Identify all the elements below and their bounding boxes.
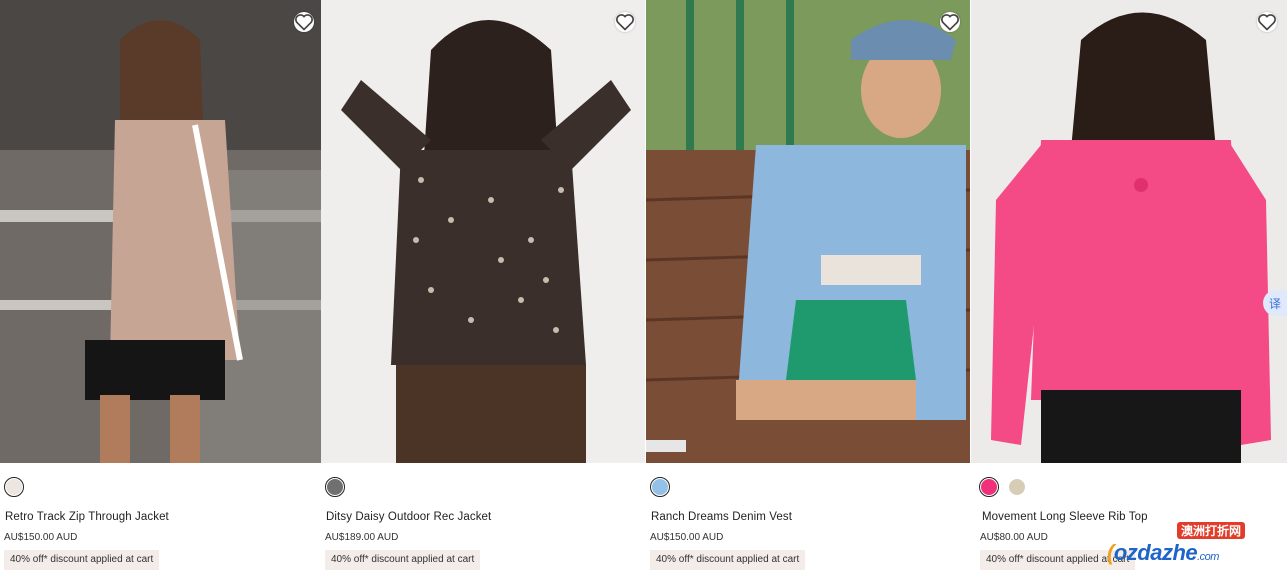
color-swatch[interactable] xyxy=(1007,477,1027,497)
color-swatch[interactable] xyxy=(979,477,999,497)
watermark-logo: 澳洲打折网 (ozdazhe.com xyxy=(1107,522,1257,566)
heart-outline-icon xyxy=(941,14,959,31)
color-swatches xyxy=(325,477,345,501)
product-name[interactable]: Ranch Dreams Denim Vest xyxy=(651,511,792,523)
color-swatch[interactable] xyxy=(4,477,24,497)
translate-icon: 译 xyxy=(1268,296,1281,311)
product-image[interactable] xyxy=(321,0,645,463)
product-price: AU$80.00 AUD xyxy=(980,532,1048,543)
product-price: AU$150.00 AUD xyxy=(650,532,724,543)
product-card[interactable]: Ranch Dreams Denim Vest AU$150.00 AUD 40… xyxy=(646,0,970,578)
color-swatch[interactable] xyxy=(650,477,670,497)
heart-outline-icon xyxy=(1258,14,1276,31)
color-swatches xyxy=(979,477,1027,501)
product-price: AU$189.00 AUD xyxy=(325,532,399,543)
product-card[interactable]: Movement Long Sleeve Rib Top AU$80.00 AU… xyxy=(971,0,1287,578)
product-image[interactable] xyxy=(0,0,324,463)
product-name[interactable]: Ditsy Daisy Outdoor Rec Jacket xyxy=(326,511,491,523)
product-name[interactable]: Retro Track Zip Through Jacket xyxy=(5,511,169,523)
color-swatch[interactable] xyxy=(325,477,345,497)
watermark-main: ozdazhe xyxy=(1113,540,1198,565)
product-price: AU$150.00 AUD xyxy=(4,532,78,543)
watermark-text: (ozdazhe.com xyxy=(1107,540,1219,565)
product-card[interactable]: Ditsy Daisy Outdoor Rec Jacket AU$189.00… xyxy=(321,0,645,578)
watermark-suffix: .com xyxy=(1197,551,1219,563)
product-image[interactable] xyxy=(971,0,1287,463)
discount-badge: 40% off* discount applied at cart xyxy=(650,550,806,570)
color-swatches xyxy=(4,477,24,501)
heart-outline-icon xyxy=(616,14,634,31)
wishlist-button[interactable] xyxy=(615,12,635,32)
wishlist-button[interactable] xyxy=(1257,12,1277,32)
heart-outline-icon xyxy=(295,14,313,31)
wishlist-button[interactable] xyxy=(294,12,314,32)
discount-badge: 40% off* discount applied at cart xyxy=(325,550,481,570)
product-grid: Retro Track Zip Through Jacket AU$150.00… xyxy=(0,0,1287,578)
wishlist-button[interactable] xyxy=(940,12,960,32)
color-swatches xyxy=(650,477,670,501)
discount-badge: 40% off* discount applied at cart xyxy=(4,550,160,570)
translate-button[interactable]: 译 xyxy=(1263,290,1287,316)
product-card[interactable]: Retro Track Zip Through Jacket AU$150.00… xyxy=(0,0,324,578)
watermark-cn-text: 澳洲打折网 xyxy=(1176,522,1245,539)
product-image[interactable] xyxy=(646,0,970,463)
